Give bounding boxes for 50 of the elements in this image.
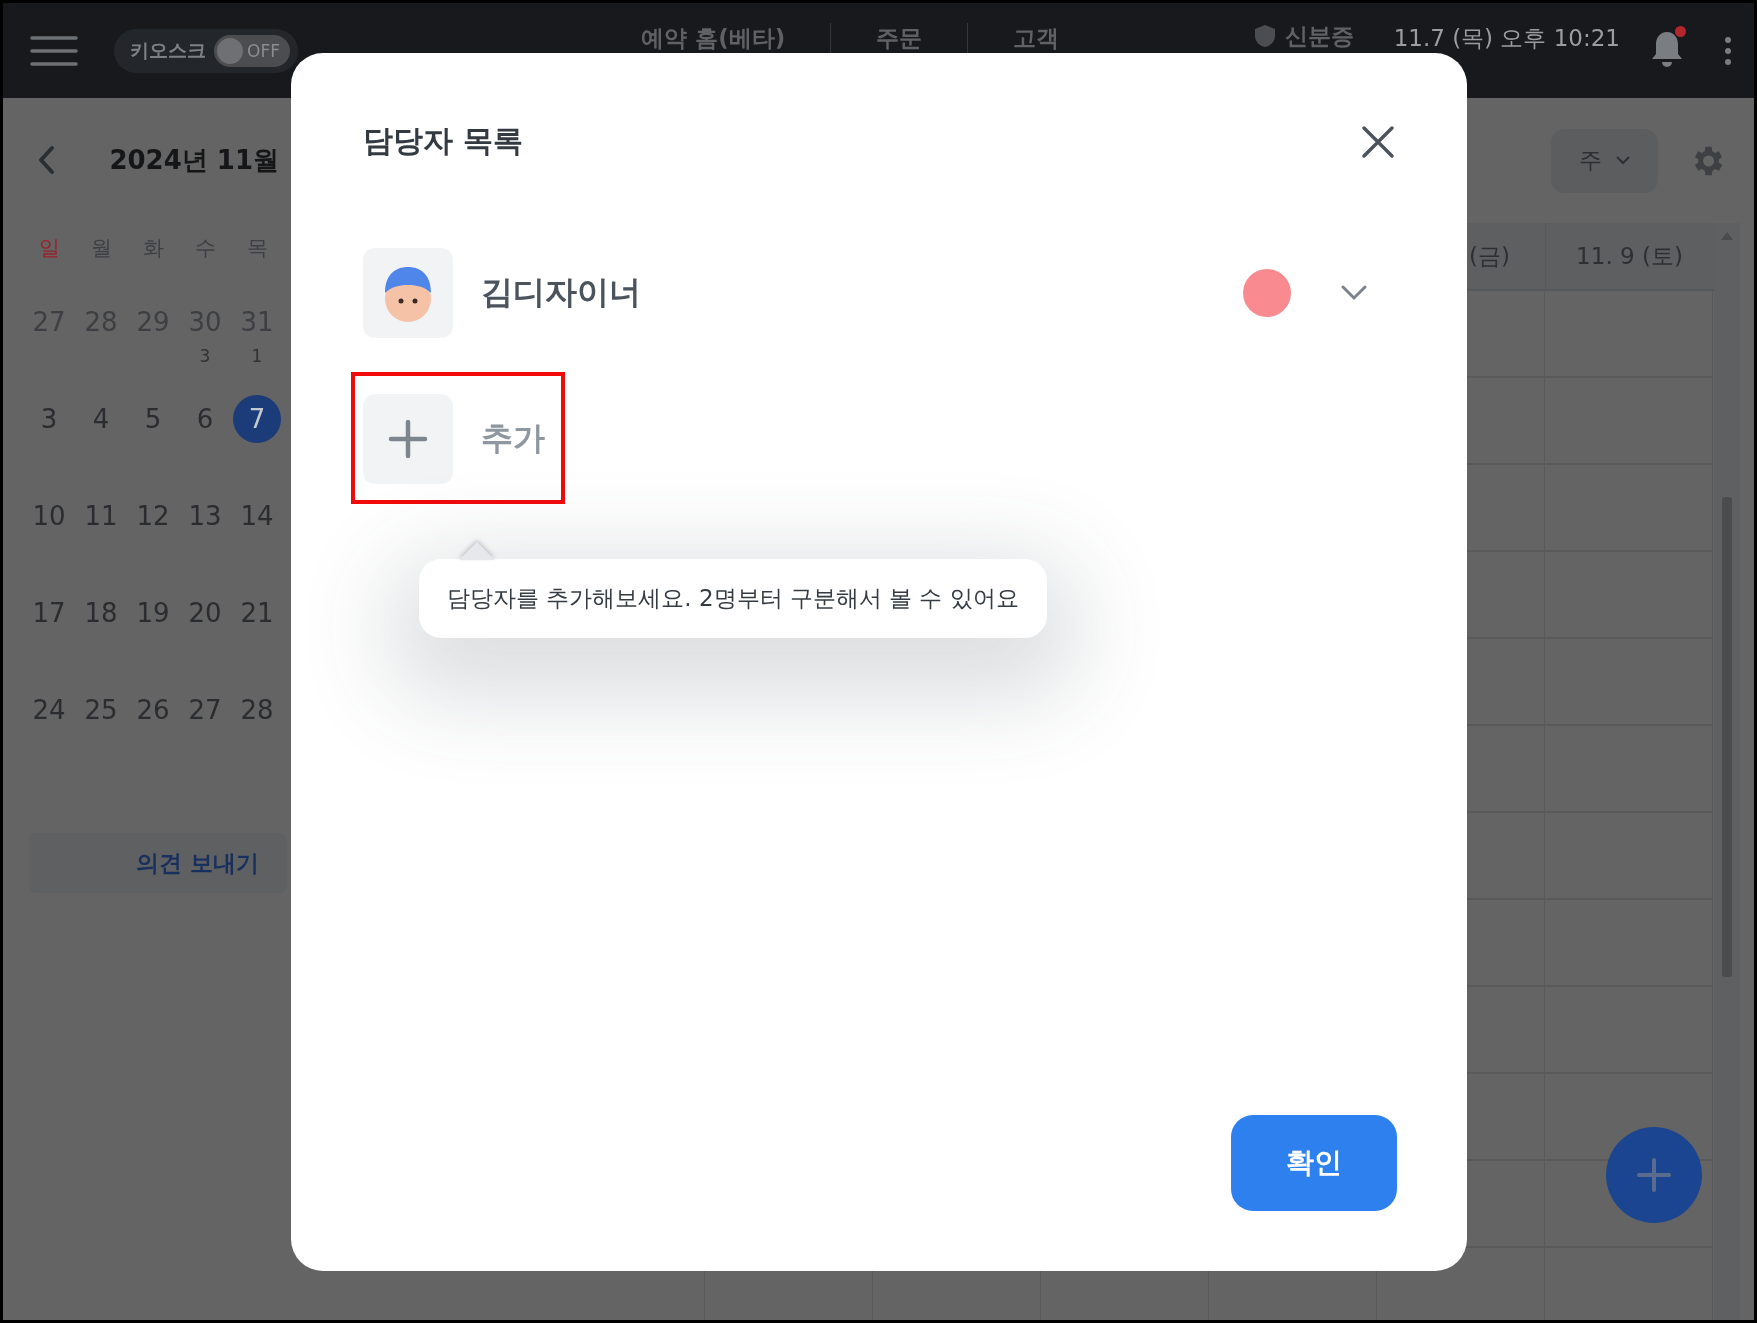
member-name: 김디자이너 bbox=[481, 272, 641, 313]
previous-month-icon[interactable] bbox=[37, 145, 55, 175]
calendar-day[interactable]: 3 bbox=[25, 395, 73, 443]
add-assignee-button[interactable]: 추가 bbox=[363, 394, 545, 484]
calendar-day[interactable]: 5 bbox=[129, 395, 177, 443]
calendar-day[interactable]: 28 bbox=[233, 686, 281, 734]
calendar-day[interactable]: 21 bbox=[233, 589, 281, 637]
kiosk-label: 키오스크 bbox=[130, 37, 206, 63]
tooltip: 담당자를 추가해보세요. 2명부터 구분해서 볼 수 있어요 bbox=[419, 559, 1047, 638]
calendar-day[interactable]: 14 bbox=[233, 492, 281, 540]
datetime-text: 11.7 (목) 오후 10:21 bbox=[1393, 25, 1620, 51]
nav-tab[interactable]: 예약 홈(베타) bbox=[641, 25, 786, 51]
calendar-day[interactable]: 13 bbox=[181, 492, 229, 540]
kiosk-toggle[interactable]: 키오스크 OFF bbox=[114, 28, 298, 73]
id-status-text: 신분증 bbox=[1284, 23, 1354, 49]
toggle-switch[interactable]: OFF bbox=[214, 34, 290, 67]
calendar-day[interactable]: 17 bbox=[25, 589, 73, 637]
nav-tab[interactable]: 고객 bbox=[1013, 25, 1060, 51]
calendar-day[interactable]: 19 bbox=[129, 589, 177, 637]
selected-day[interactable]: 7 bbox=[233, 395, 281, 443]
calendar-day[interactable]: 12 bbox=[129, 492, 177, 540]
chevron-down-icon[interactable] bbox=[1341, 285, 1367, 301]
menu-icon[interactable] bbox=[30, 34, 78, 67]
calendar-day[interactable]: 24 bbox=[25, 686, 73, 734]
calendar-day[interactable]: 27 bbox=[181, 686, 229, 734]
nav-tab[interactable]: 주문 bbox=[876, 25, 923, 51]
avatar-icon bbox=[363, 248, 453, 338]
weekday-label: 일 bbox=[37, 235, 61, 262]
calendar-day[interactable]: 20 bbox=[181, 589, 229, 637]
toggle-state-label: OFF bbox=[247, 40, 280, 61]
confirm-button[interactable]: 확인 bbox=[1231, 1115, 1397, 1211]
close-icon[interactable] bbox=[1361, 124, 1395, 159]
calendar-day[interactable]: 26 bbox=[129, 686, 177, 734]
plus-icon bbox=[1636, 1157, 1672, 1193]
bell-icon[interactable] bbox=[1650, 29, 1684, 68]
month-title: 2024년 11월 bbox=[109, 143, 280, 177]
shield-icon bbox=[1252, 24, 1277, 48]
calendar-day[interactable]: 10 bbox=[25, 492, 73, 540]
calendar-day[interactable]: 25 bbox=[77, 686, 125, 734]
plus-icon bbox=[388, 419, 428, 459]
calendar-day[interactable]: 18 bbox=[77, 589, 125, 637]
chevron-down-icon bbox=[1616, 156, 1630, 165]
color-dot[interactable] bbox=[1243, 269, 1291, 317]
modal-title: 담당자 목록 bbox=[363, 122, 524, 160]
tooltip-pointer bbox=[459, 542, 495, 560]
calendar-day[interactable]: 6 bbox=[181, 395, 229, 443]
more-icon[interactable] bbox=[1724, 35, 1732, 66]
calendar-day[interactable]: 4 bbox=[77, 395, 125, 443]
feedback-button[interactable]: 의견 보내기 bbox=[29, 833, 287, 893]
calendar-day[interactable]: 11 bbox=[77, 492, 125, 540]
